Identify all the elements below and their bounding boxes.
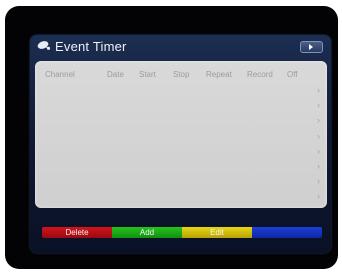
- timer-list: Channel Date Start Stop Repeat Record Of…: [35, 61, 327, 208]
- column-header-off: Off: [287, 70, 298, 79]
- blue-key-button[interactable]: [252, 227, 322, 238]
- list-item[interactable]: ›: [35, 159, 327, 174]
- next-page-button[interactable]: [300, 41, 323, 53]
- chevron-right-icon: ›: [317, 115, 320, 126]
- list-item[interactable]: ›: [35, 129, 327, 144]
- tv-screen: Event Timer Channel Date Start Stop Repe…: [5, 6, 338, 269]
- window-header: Event Timer: [36, 38, 325, 57]
- timer-rows: › › › › › › › ›: [35, 83, 327, 205]
- column-header-record: Record: [247, 70, 273, 79]
- chevron-right-icon: ›: [317, 191, 320, 202]
- chevron-right-icon: ›: [317, 176, 320, 187]
- satellite-dish-icon: [37, 41, 51, 50]
- list-item[interactable]: ›: [35, 174, 327, 189]
- chevron-right-icon: ›: [317, 85, 320, 95]
- list-item[interactable]: ›: [35, 113, 327, 128]
- play-arrow-icon: [309, 44, 313, 50]
- column-header-repeat: Repeat: [206, 70, 232, 79]
- color-key-bar: Delete Add Edit: [42, 227, 322, 238]
- list-item[interactable]: ›: [35, 144, 327, 159]
- column-header-stop: Stop: [173, 70, 190, 79]
- page-title: Event Timer: [55, 39, 127, 54]
- column-header-start: Start: [139, 70, 156, 79]
- chevron-right-icon: ›: [317, 145, 320, 156]
- list-item[interactable]: ›: [35, 98, 327, 113]
- chevron-right-icon: ›: [317, 100, 320, 111]
- delete-button[interactable]: Delete: [42, 227, 112, 238]
- list-item[interactable]: ›: [35, 189, 327, 204]
- column-headers: Channel Date Start Stop Repeat Record Of…: [35, 69, 327, 81]
- column-header-date: Date: [107, 70, 124, 79]
- list-item[interactable]: ›: [35, 83, 327, 98]
- chevron-right-icon: ›: [317, 160, 320, 171]
- chevron-right-icon: ›: [317, 130, 320, 141]
- column-header-channel: Channel: [45, 70, 75, 79]
- add-button[interactable]: Add: [112, 227, 182, 238]
- edit-button[interactable]: Edit: [182, 227, 252, 238]
- event-timer-window: Event Timer Channel Date Start Stop Repe…: [30, 35, 331, 253]
